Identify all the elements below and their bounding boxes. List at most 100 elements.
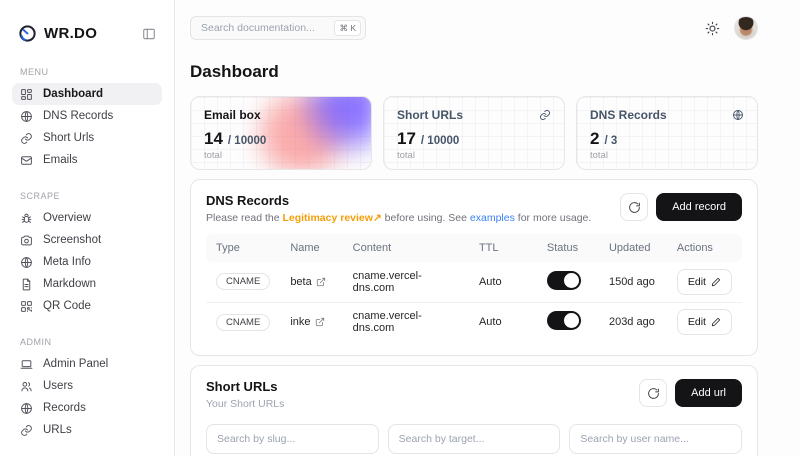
col-actions: Actions [667, 234, 742, 262]
dashboard-icon [20, 88, 33, 101]
sidebar-item-label: Screenshot [43, 234, 101, 246]
status-toggle[interactable] [547, 271, 581, 290]
panel-left-icon [142, 27, 156, 41]
stat-caption: total [590, 150, 744, 161]
record-name-link[interactable]: inke [290, 316, 324, 328]
edit-label: Edit [688, 316, 706, 328]
record-name-link[interactable]: beta [290, 276, 325, 288]
brand-logo[interactable]: WR.DO [18, 24, 97, 43]
stat-title: Short URLs [397, 108, 463, 122]
sidebar-item-label: QR Code [43, 300, 91, 312]
status-toggle[interactable] [547, 311, 581, 330]
link-icon [20, 132, 33, 145]
stat-value: 14 [204, 129, 223, 149]
dns-records-panel: DNS Records Please read the Legitimacy r… [190, 179, 758, 356]
globe-icon [732, 109, 744, 121]
sidebar-collapse-button[interactable] [140, 25, 158, 43]
topbar: ⌘ K [190, 0, 758, 56]
record-ttl: Auto [469, 302, 537, 342]
sidebar-item-screenshot[interactable]: Screenshot [12, 229, 162, 251]
stat-card-email-box: Email box 14 / 10000 total [190, 96, 372, 170]
desc-text: for more usage. [515, 212, 591, 224]
sidebar-item-markdown[interactable]: Markdown [12, 273, 162, 295]
sidebar-item-meta-info[interactable]: Meta Info [12, 251, 162, 273]
record-type-badge: CNAME [216, 314, 270, 331]
sidebar-item-dashboard[interactable]: Dashboard [12, 83, 162, 105]
dns-records-table: Type Name Content TTL Status Updated Act… [206, 234, 742, 342]
sidebar-item-admin-panel[interactable]: Admin Panel [12, 353, 162, 375]
sidebar-item-users[interactable]: Users [12, 375, 162, 397]
record-name: beta [290, 276, 311, 288]
record-ttl: Auto [469, 262, 537, 302]
users-icon [20, 380, 33, 393]
col-name: Name [280, 234, 342, 262]
sidebar-item-short-urls[interactable]: Short Urls [12, 127, 162, 149]
short-urls-panel: Short URLs Your Short URLs Add url [190, 365, 758, 456]
theme-toggle-button[interactable] [705, 21, 720, 36]
camera-icon [20, 234, 33, 247]
refresh-icon [647, 387, 660, 400]
stat-limit: / 3 [604, 135, 617, 147]
sidebar-header: WR.DO [12, 24, 162, 43]
stat-value: 17 [397, 129, 416, 149]
sidebar-item-label: Overview [43, 212, 91, 224]
edit-record-button[interactable]: Edit [677, 309, 732, 335]
sidebar-item-label: Emails [43, 154, 78, 166]
url-filters-row [206, 424, 742, 454]
sidebar-item-qr-code[interactable]: QR Code [12, 295, 162, 317]
record-content: cname.vercel-dns.com [343, 302, 469, 342]
globe-icon [20, 402, 33, 415]
legitimacy-review-link[interactable]: Legitimacy review [282, 212, 372, 224]
sidebar-item-label: Records [43, 402, 86, 414]
topbar-right [705, 16, 758, 40]
add-url-button[interactable]: Add url [675, 379, 742, 407]
refresh-urls-button[interactable] [639, 379, 667, 407]
link-icon [20, 424, 33, 437]
search-wrap: ⌘ K [190, 16, 366, 40]
stat-card-short-urls: Short URLs 17 / 10000 total [383, 96, 565, 170]
table-row: CNAME inke cname.vercel-dns.com Auto 203… [206, 302, 742, 342]
mail-icon [20, 154, 33, 167]
record-type-badge: CNAME [216, 273, 270, 290]
globe-icon [20, 256, 33, 269]
stat-caption: total [397, 150, 551, 161]
stats-row: Email box 14 / 10000 total Short URLs 17… [190, 96, 758, 170]
add-record-button[interactable]: Add record [656, 193, 742, 221]
edit-record-button[interactable]: Edit [677, 269, 732, 295]
search-by-user-name-input[interactable] [569, 424, 742, 454]
desc-text: Please read the [206, 212, 282, 224]
examples-link[interactable]: examples [470, 212, 515, 224]
link-icon [539, 109, 551, 121]
search-by-slug-input[interactable] [206, 424, 379, 454]
user-avatar[interactable] [734, 16, 758, 40]
gauge-icon [18, 24, 37, 43]
refresh-dns-button[interactable] [620, 193, 648, 221]
sidebar-item-label: Dashboard [43, 88, 103, 100]
sidebar-item-urls[interactable]: URLs [12, 419, 162, 441]
qr-code-icon [20, 300, 33, 313]
sidebar-item-dns-records[interactable]: DNS Records [12, 105, 162, 127]
sidebar-item-records[interactable]: Records [12, 397, 162, 419]
stat-limit: / 10000 [228, 135, 266, 147]
sidebar-item-overview[interactable]: Overview [12, 207, 162, 229]
sidebar: WR.DO MENU Dashboard DNS Records Short U… [0, 0, 175, 456]
external-arrow-icon: ↗ [373, 212, 382, 224]
pencil-icon [711, 317, 721, 327]
refresh-icon [628, 201, 641, 214]
main-content: ⌘ K Dashboard Email box 14 [175, 0, 800, 456]
page-title: Dashboard [190, 62, 758, 82]
external-link-icon [316, 277, 326, 287]
desc-text: before using. See [382, 212, 470, 224]
record-updated: 203d ago [599, 302, 667, 342]
search-by-target-input[interactable] [388, 424, 561, 454]
sidebar-section-admin: ADMIN [20, 337, 154, 347]
stat-value: 2 [590, 129, 599, 149]
record-content: cname.vercel-dns.com [343, 262, 469, 302]
short-urls-subtitle: Your Short URLs [206, 398, 284, 410]
external-link-icon [315, 317, 325, 327]
laptop-icon [20, 358, 33, 371]
dns-panel-description: Please read the Legitimacy review↗ befor… [206, 212, 591, 224]
bug-icon [20, 212, 33, 225]
stat-title: DNS Records [590, 108, 667, 122]
sidebar-item-emails[interactable]: Emails [12, 149, 162, 171]
